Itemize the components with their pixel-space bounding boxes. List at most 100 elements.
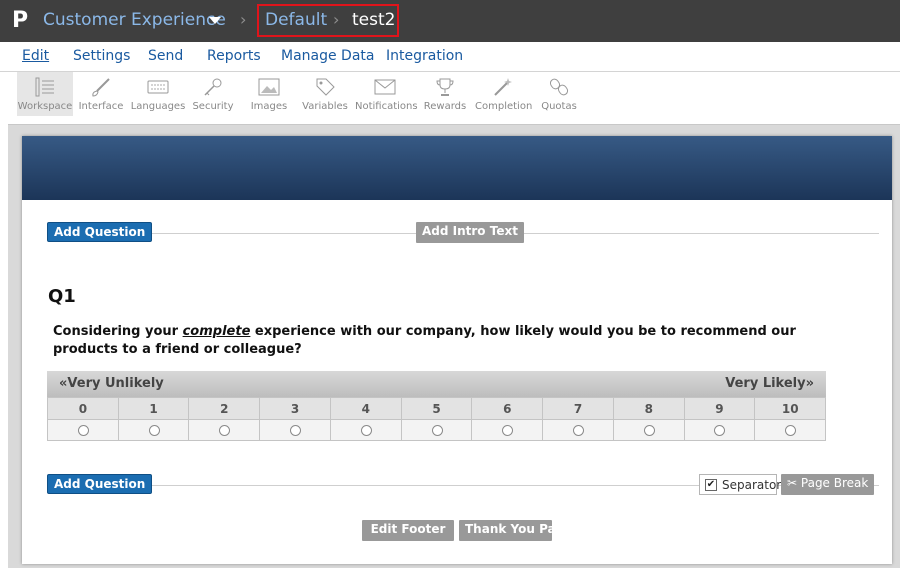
scale-number: 10 — [755, 398, 827, 419]
scale-number: 5 — [402, 398, 473, 419]
menu-edit[interactable]: Edit — [22, 48, 49, 64]
edit-footer-button[interactable]: Edit Footer — [362, 520, 454, 541]
tag-icon — [316, 78, 335, 96]
survey-header-banner[interactable] — [22, 136, 892, 200]
tool-label: Variables — [302, 101, 348, 112]
question-text-emphasis: complete — [182, 324, 251, 339]
scale-number: 3 — [260, 398, 331, 419]
radio-button[interactable] — [714, 425, 726, 436]
separator-checkbox[interactable]: ✔ — [705, 479, 717, 491]
scale-cell — [119, 420, 190, 440]
scale-number: 0 — [47, 398, 119, 419]
magic-wand-icon — [494, 78, 512, 96]
scale-number: 1 — [119, 398, 190, 419]
tool-images[interactable]: Images — [246, 72, 292, 116]
tool-label: Notifications — [355, 101, 418, 112]
survey-canvas: Add Question Add Intro Text Q1 Consideri… — [8, 124, 900, 568]
page-break-button[interactable]: ✂ Page Break — [781, 474, 875, 495]
radio-button[interactable] — [431, 425, 443, 436]
menu-reports[interactable]: Reports — [207, 48, 261, 64]
page-break-label: Page Break — [800, 476, 869, 490]
brush-icon — [92, 78, 110, 97]
tool-rewards[interactable]: Rewards — [422, 72, 468, 116]
app-name-dropdown[interactable]: Customer Experience — [43, 10, 226, 30]
breadcrumb-survey: test2 — [352, 10, 396, 30]
workspace-icon — [35, 77, 54, 97]
radio-button[interactable] — [785, 425, 797, 436]
radio-button[interactable] — [502, 425, 514, 436]
tool-variables[interactable]: Variables — [300, 72, 350, 116]
menu-integration[interactable]: Integration — [386, 48, 463, 64]
tool-security[interactable]: Security — [189, 72, 237, 116]
question-number: Q1 — [48, 286, 76, 307]
radio-button[interactable] — [643, 425, 655, 436]
main-menu: Edit Settings Send Reports Manage Data I… — [0, 42, 900, 72]
breadcrumb-separator: › — [333, 10, 340, 29]
app-logo[interactable]: P — [12, 8, 28, 33]
scale-numbers: 0 1 2 3 4 5 6 7 8 9 10 — [47, 397, 827, 419]
scissors-icon: ✂ — [787, 476, 798, 490]
question-text[interactable]: Considering your complete experience wit… — [53, 323, 853, 359]
scale-cell — [614, 420, 685, 440]
separator-label: Separator — [722, 478, 782, 492]
separator-toggle[interactable]: ✔ Separator — [699, 474, 781, 495]
radio-button[interactable] — [77, 425, 89, 436]
scale-cell — [47, 420, 119, 440]
scale-number: 4 — [331, 398, 402, 419]
question-text-part: Considering your — [53, 324, 183, 339]
scale-cell — [260, 420, 331, 440]
toolbar: Workspace Interface Languages Security I… — [0, 72, 900, 116]
add-question-button[interactable]: Add Question — [47, 474, 153, 494]
menu-settings[interactable]: Settings — [73, 48, 130, 64]
tool-label: Quotas — [541, 101, 577, 112]
scale-high-label: Very Likely» — [725, 376, 814, 391]
scale-number: 8 — [614, 398, 685, 419]
tool-languages[interactable]: Languages — [130, 72, 186, 116]
scale-cell — [189, 420, 261, 440]
survey-page: Add Question Add Intro Text Q1 Consideri… — [22, 136, 892, 564]
scale-cell — [472, 420, 544, 440]
breadcrumb-separator: › — [240, 10, 247, 29]
scale-number: 2 — [189, 398, 261, 419]
key-icon — [204, 78, 222, 96]
scale-number: 7 — [543, 398, 614, 419]
scale-cell — [543, 420, 614, 440]
keyboard-icon — [147, 80, 169, 94]
tool-label: Completion — [475, 101, 533, 112]
tool-label: Security — [192, 101, 234, 112]
image-icon — [258, 78, 280, 96]
tool-workspace[interactable]: Workspace — [17, 72, 73, 116]
add-question-button[interactable]: Add Question — [47, 222, 153, 242]
link-icon — [549, 78, 569, 96]
nps-scale: «Very Unlikely Very Likely» 0 1 2 3 4 5 … — [47, 371, 827, 441]
radio-button[interactable] — [360, 425, 372, 436]
thank-you-page-button[interactable]: Thank You Page — [459, 520, 572, 541]
scale-cell — [331, 420, 402, 440]
scale-cell — [685, 420, 756, 440]
top-bar: P Customer Experience › Default › test2 — [0, 0, 900, 42]
tool-label: Rewards — [423, 101, 467, 112]
tool-interface[interactable]: Interface — [76, 72, 126, 116]
chevron-down-icon[interactable] — [209, 17, 221, 24]
tool-quotas[interactable]: Quotas — [537, 72, 581, 116]
scale-low-label: «Very Unlikely — [59, 376, 164, 391]
radio-button[interactable] — [219, 425, 231, 436]
tool-completion[interactable]: Completion — [475, 72, 533, 116]
tool-label: Interface — [78, 101, 124, 112]
radio-button[interactable] — [290, 425, 302, 436]
radio-button[interactable] — [148, 425, 160, 436]
scale-header: «Very Unlikely Very Likely» — [47, 371, 826, 397]
radio-button[interactable] — [573, 425, 584, 436]
scale-cell — [755, 420, 827, 440]
envelope-icon — [374, 79, 396, 95]
tool-label: Workspace — [17, 101, 73, 112]
add-intro-text-button[interactable]: Add Intro Text — [416, 222, 524, 243]
menu-send[interactable]: Send — [148, 48, 183, 64]
tool-notifications[interactable]: Notifications — [355, 72, 418, 116]
breadcrumb-folder[interactable]: Default — [265, 10, 327, 30]
scale-number: 9 — [685, 398, 756, 419]
tool-label: Images — [250, 101, 288, 112]
menu-manage-data[interactable]: Manage Data — [281, 48, 375, 64]
scale-number: 6 — [472, 398, 544, 419]
trophy-icon — [436, 78, 454, 96]
